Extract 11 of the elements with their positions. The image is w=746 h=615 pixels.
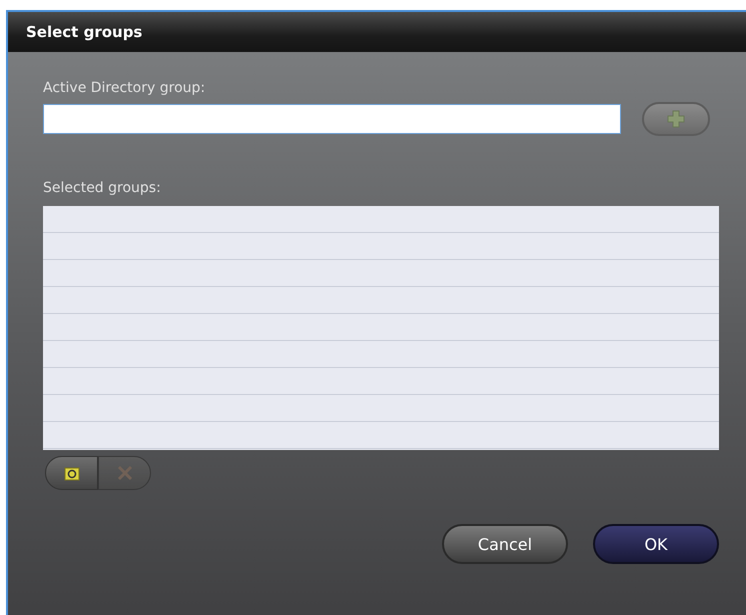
group-input-field[interactable]: [43, 104, 621, 134]
close-icon: [116, 464, 134, 482]
ok-button[interactable]: OK: [593, 524, 719, 564]
cancel-button[interactable]: Cancel: [442, 524, 568, 564]
list-label: Selected groups:: [43, 180, 161, 196]
browse-button[interactable]: [45, 456, 98, 490]
window-title: Select groups: [26, 23, 142, 41]
groups-list[interactable]: [43, 206, 719, 450]
field-label: Active Directory group:: [43, 80, 206, 96]
folder-icon: [64, 465, 80, 481]
plus-icon: [666, 109, 686, 129]
